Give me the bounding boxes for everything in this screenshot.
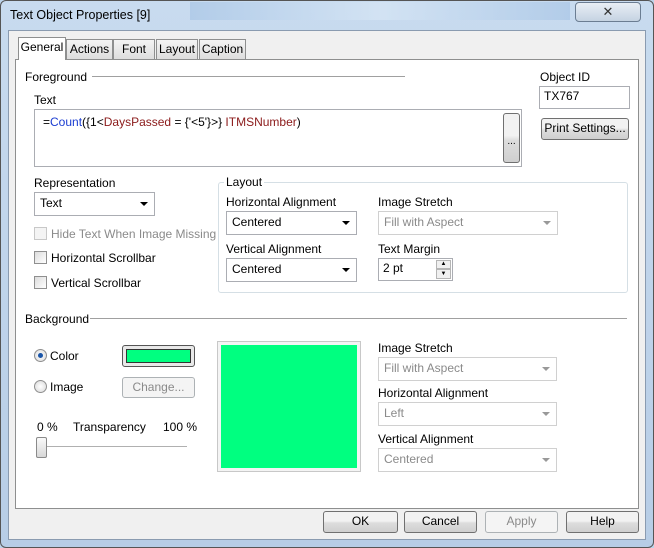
v-align-label: Vertical Alignment	[226, 242, 322, 256]
representation-value: Text	[40, 196, 63, 210]
chevron-down-icon	[342, 221, 350, 225]
ok-button[interactable]: OK	[323, 511, 398, 533]
bg-v-align-value: Centered	[384, 452, 434, 466]
color-swatch-button[interactable]	[122, 345, 195, 367]
h-align-select[interactable]: Centered	[226, 211, 357, 235]
vertical-scrollbar-checkbox[interactable]	[34, 276, 47, 289]
image-radio[interactable]	[34, 380, 47, 393]
transparency-slider-thumb[interactable]	[36, 437, 47, 458]
foreground-label: Foreground	[25, 70, 88, 84]
text-margin-value: 2 pt	[383, 261, 404, 275]
apply-button[interactable]: Apply	[485, 511, 558, 533]
transparency-label: Transparency	[73, 420, 146, 434]
spin-up-icon[interactable]: ▲	[436, 260, 451, 269]
layout-group-label: Layout	[224, 175, 265, 189]
background-preview-fill	[221, 345, 357, 468]
representation-label: Representation	[34, 176, 116, 190]
expr-eq: =	[43, 115, 51, 129]
spin-down-icon[interactable]: ▼	[436, 269, 451, 279]
object-id-input[interactable]: TX767	[539, 86, 630, 109]
image-stretch-label: Image Stretch	[378, 195, 453, 209]
bg-image-stretch-select[interactable]: Fill with Aspect	[378, 357, 557, 381]
text-expression-input[interactable]: =Count({1<DaysPassed = {'<5'}>} ITMSNumb…	[34, 109, 522, 167]
horizontal-scrollbar-label: Horizontal Scrollbar	[51, 251, 156, 265]
tab-font[interactable]: Font	[113, 39, 155, 60]
bg-v-align-select[interactable]: Centered	[378, 448, 557, 472]
chevron-down-icon	[543, 221, 551, 225]
background-label: Background	[25, 312, 90, 326]
color-radio[interactable]	[34, 349, 47, 362]
divider	[92, 76, 405, 77]
expression-editor-button[interactable]: ...	[503, 113, 520, 163]
transparency-min-label: 0 %	[37, 420, 58, 434]
divider	[90, 318, 627, 319]
expr-text: )	[296, 115, 301, 129]
bg-h-align-label: Horizontal Alignment	[378, 386, 489, 400]
color-radio-label: Color	[50, 349, 79, 363]
image-stretch-select[interactable]: Fill with Aspect	[378, 211, 558, 235]
tab-actions[interactable]: Actions	[66, 39, 113, 60]
v-align-value: Centered	[232, 262, 282, 276]
chevron-down-icon	[542, 367, 550, 371]
bg-h-align-select[interactable]: Left	[378, 402, 557, 426]
expr-field: ITMSNumber	[225, 115, 297, 129]
print-settings-button[interactable]: Print Settings...	[541, 118, 629, 140]
chevron-down-icon	[542, 412, 550, 416]
vertical-scrollbar-label: Vertical Scrollbar	[51, 276, 142, 290]
object-id-label: Object ID	[540, 70, 591, 84]
tab-general[interactable]: General	[18, 37, 66, 60]
change-image-button[interactable]: Change...	[122, 377, 195, 398]
chevron-down-icon	[342, 268, 350, 272]
expr-function: Count	[50, 115, 83, 129]
bg-h-align-value: Left	[384, 406, 405, 420]
transparency-slider-track[interactable]	[36, 446, 187, 448]
v-align-select[interactable]: Centered	[226, 258, 357, 282]
expr-text: ({1<	[82, 115, 104, 129]
chevron-down-icon	[542, 458, 550, 462]
text-label: Text	[34, 93, 57, 107]
h-align-value: Centered	[232, 215, 282, 229]
text-margin-label: Text Margin	[378, 242, 441, 256]
image-radio-label: Image	[50, 380, 84, 394]
window-title: Text Object Properties [9]	[10, 8, 151, 22]
cancel-button[interactable]: Cancel	[404, 511, 477, 533]
expr-field: DaysPassed	[103, 115, 172, 129]
close-button[interactable]: ✕	[575, 2, 641, 22]
hide-text-label: Hide Text When Image Missing	[51, 227, 217, 241]
bg-image-stretch-label: Image Stretch	[378, 341, 453, 355]
bg-v-align-label: Vertical Alignment	[378, 432, 474, 446]
background-preview	[217, 341, 361, 472]
transparency-max-label: 100 %	[163, 420, 198, 434]
tab-layout[interactable]: Layout	[156, 39, 198, 60]
bg-image-stretch-value: Fill with Aspect	[384, 361, 464, 375]
hide-text-checkbox[interactable]	[34, 227, 47, 240]
tab-caption[interactable]: Caption	[199, 39, 246, 60]
help-button[interactable]: Help	[566, 511, 639, 533]
horizontal-scrollbar-checkbox[interactable]	[34, 251, 47, 264]
expr-text: = {'<5'}>}	[171, 115, 226, 129]
representation-select[interactable]: Text	[34, 192, 155, 216]
chevron-down-icon	[140, 202, 148, 206]
image-stretch-value: Fill with Aspect	[384, 215, 464, 229]
background-taskbar-blur	[190, 2, 570, 20]
h-align-label: Horizontal Alignment	[226, 195, 337, 209]
color-swatch	[126, 349, 191, 363]
